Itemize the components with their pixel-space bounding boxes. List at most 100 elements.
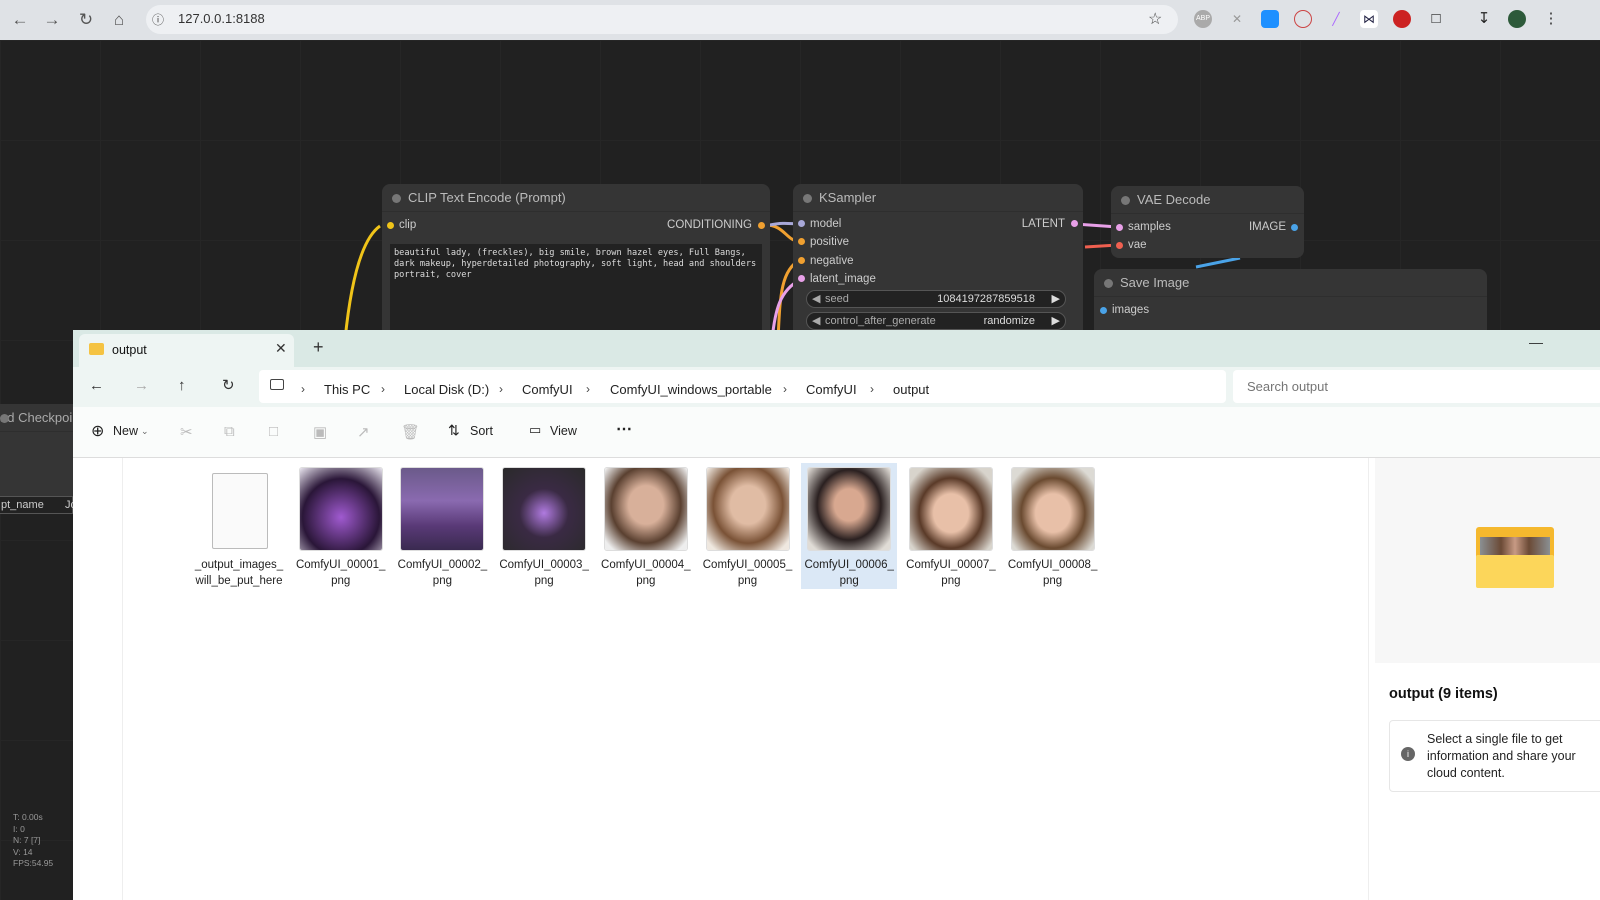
cag-label: control_after_generate	[825, 315, 936, 327]
info-icon: i	[1401, 747, 1415, 761]
conditioning-output-dot[interactable]	[758, 222, 765, 229]
star-icon[interactable]: ☆	[1148, 9, 1162, 29]
file-name-line: ComfyUI_00004_	[601, 559, 691, 571]
extension-icon[interactable]	[1294, 10, 1312, 28]
stat-nodes: N: 7 [7]	[13, 835, 41, 846]
breadcrumb-item[interactable]: Local Disk (D:)	[404, 382, 489, 397]
sort-button[interactable]: Sort	[470, 424, 493, 438]
share-icon[interactable]: ↗	[357, 423, 370, 441]
ckpt-name-widget[interactable]: pt_name Jo	[0, 496, 77, 514]
extension-icon[interactable]: ⋈	[1360, 10, 1378, 28]
image-output-dot[interactable]	[1291, 224, 1298, 231]
file-item[interactable]: _output_images_ will_be_put_here	[191, 463, 287, 589]
file-name-line: ComfyUI_00007_	[906, 559, 996, 571]
breadcrumb-item[interactable]: ComfyUI_windows_portable	[610, 382, 772, 397]
new-button[interactable]: New	[113, 424, 138, 438]
latent-input-dot[interactable]	[798, 275, 805, 282]
copy-icon[interactable]: ⧉	[224, 423, 235, 440]
extension-icon[interactable]	[1261, 10, 1279, 28]
file-item[interactable]: ComfyUI_00002_ png	[394, 463, 490, 589]
cag-value: randomize	[983, 315, 1035, 327]
file-item[interactable]: ComfyUI_00001_ png	[293, 463, 389, 589]
clip-input-dot[interactable]	[387, 222, 394, 229]
forward-icon[interactable]: →	[134, 377, 149, 394]
file-name-line: png	[839, 575, 859, 587]
rename-icon[interactable]: ▣	[313, 423, 327, 441]
adblock-icon[interactable]: ABP	[1194, 10, 1212, 28]
menu-icon[interactable]: ⋮	[1542, 10, 1560, 28]
file-item[interactable]: ComfyUI_00005_ png	[700, 463, 796, 589]
extension-icon[interactable]: ✕	[1228, 10, 1246, 28]
search-input[interactable]	[1233, 370, 1600, 403]
close-icon[interactable]: ✕	[275, 340, 287, 357]
latent-output-label: LATENT	[1021, 218, 1065, 230]
up-icon[interactable]: ↑	[178, 377, 186, 394]
samples-input-dot[interactable]	[1116, 224, 1123, 231]
model-input-dot[interactable]	[798, 220, 805, 227]
file-item[interactable]: ComfyUI_00004_png	[598, 463, 694, 589]
view-button[interactable]: View	[550, 424, 577, 438]
cut-icon[interactable]: ✂	[180, 423, 193, 441]
vae-decode-node[interactable]: VAE Decode samples vae IMAGE	[1111, 186, 1304, 258]
decrement-arrow-icon[interactable]: ◀	[812, 313, 820, 329]
file-item[interactable]: ComfyUI_00007_ png	[903, 463, 999, 589]
latent-output-dot[interactable]	[1071, 220, 1078, 227]
file-name: _output_images_ will_be_put_here	[191, 557, 287, 589]
images-input-dot[interactable]	[1100, 307, 1107, 314]
address-bar[interactable]: ⓘ 127.0.0.1:8188 ☆	[146, 5, 1178, 34]
breadcrumb-item[interactable]: ComfyUI	[522, 382, 573, 397]
image-thumbnail	[299, 468, 382, 550]
breadcrumb[interactable]: › This PC › Local Disk (D:) › ComfyUI › …	[259, 370, 1226, 403]
increment-arrow-icon[interactable]: ▶	[1052, 313, 1060, 329]
forward-icon[interactable]: →	[40, 8, 64, 32]
vae-input-label: vae	[1128, 239, 1147, 251]
seed-widget[interactable]: ◀ seed 1084197287859518 ▶	[806, 290, 1066, 308]
more-options-icon[interactable]: ⋯	[616, 419, 632, 439]
reload-icon[interactable]: ↻	[74, 8, 98, 32]
refresh-icon[interactable]: ↻	[222, 376, 235, 394]
view-icon: ▭	[529, 422, 542, 437]
back-icon[interactable]: ←	[89, 377, 104, 394]
back-icon[interactable]: ←	[8, 8, 32, 32]
paste-icon[interactable]: □	[269, 423, 278, 440]
navigation-pane[interactable]	[73, 458, 123, 900]
delete-icon[interactable]: 🗑	[401, 423, 420, 441]
vae-input-dot[interactable]	[1116, 242, 1123, 249]
chevron-right-icon: ›	[381, 382, 385, 396]
computer-icon	[270, 379, 284, 390]
breadcrumb-item[interactable]: This PC	[324, 382, 370, 397]
file-name: ComfyUI_00006_ png	[801, 557, 897, 589]
profile-avatar[interactable]	[1508, 10, 1526, 28]
positive-input-label: positive	[810, 236, 849, 248]
image-thumbnail	[401, 468, 484, 550]
file-item[interactable]: ComfyUI_00008_ png	[1005, 463, 1101, 589]
extension-icon[interactable]: ╱	[1327, 10, 1345, 28]
load-checkpoint-node[interactable]: ad Checkpoi pt_name Jo	[0, 404, 77, 514]
puzzle-icon[interactable]: □	[1427, 10, 1445, 28]
control-after-generate-widget[interactable]: ◀ control_after_generate randomize ▶	[806, 312, 1066, 330]
title-bar: output ✕ + —	[73, 330, 1600, 367]
folder-thumbnail-icon	[1476, 527, 1554, 588]
increment-arrow-icon[interactable]: ▶	[1052, 291, 1060, 307]
file-name-line: ComfyUI_00005_	[702, 559, 793, 571]
site-info-icon[interactable]: ⓘ	[152, 11, 164, 28]
file-item[interactable]: ComfyUI_00006_ png	[801, 463, 898, 589]
breadcrumb-item[interactable]: output	[893, 382, 929, 397]
file-item[interactable]: ComfyUI_00003_ png	[496, 463, 592, 589]
home-icon[interactable]: ⌂	[107, 8, 131, 32]
minimize-icon[interactable]: —	[1529, 334, 1543, 350]
tab-output[interactable]: output ✕	[79, 334, 294, 367]
command-bar: ⊕ New ⌄ ✂ ⧉ □ ▣ ↗ 🗑 ⇅ Sort ▭ View ⋯	[73, 407, 1600, 458]
positive-input-dot[interactable]	[798, 238, 805, 245]
negative-input-dot[interactable]	[798, 257, 805, 264]
new-tab-icon[interactable]: +	[313, 337, 324, 358]
extension-icon[interactable]	[1393, 10, 1411, 28]
node-title: Save Image	[1094, 269, 1487, 297]
prompt-textarea[interactable]: beautiful lady, (freckles), big smile, b…	[390, 244, 762, 334]
file-name-line: png	[331, 575, 351, 587]
breadcrumb-item[interactable]: ComfyUI	[806, 382, 857, 397]
download-icon[interactable]: ↧	[1475, 10, 1493, 28]
chevron-down-icon: ⌄	[141, 426, 149, 436]
file-name-line: png	[636, 575, 656, 587]
decrement-arrow-icon[interactable]: ◀	[812, 291, 820, 307]
